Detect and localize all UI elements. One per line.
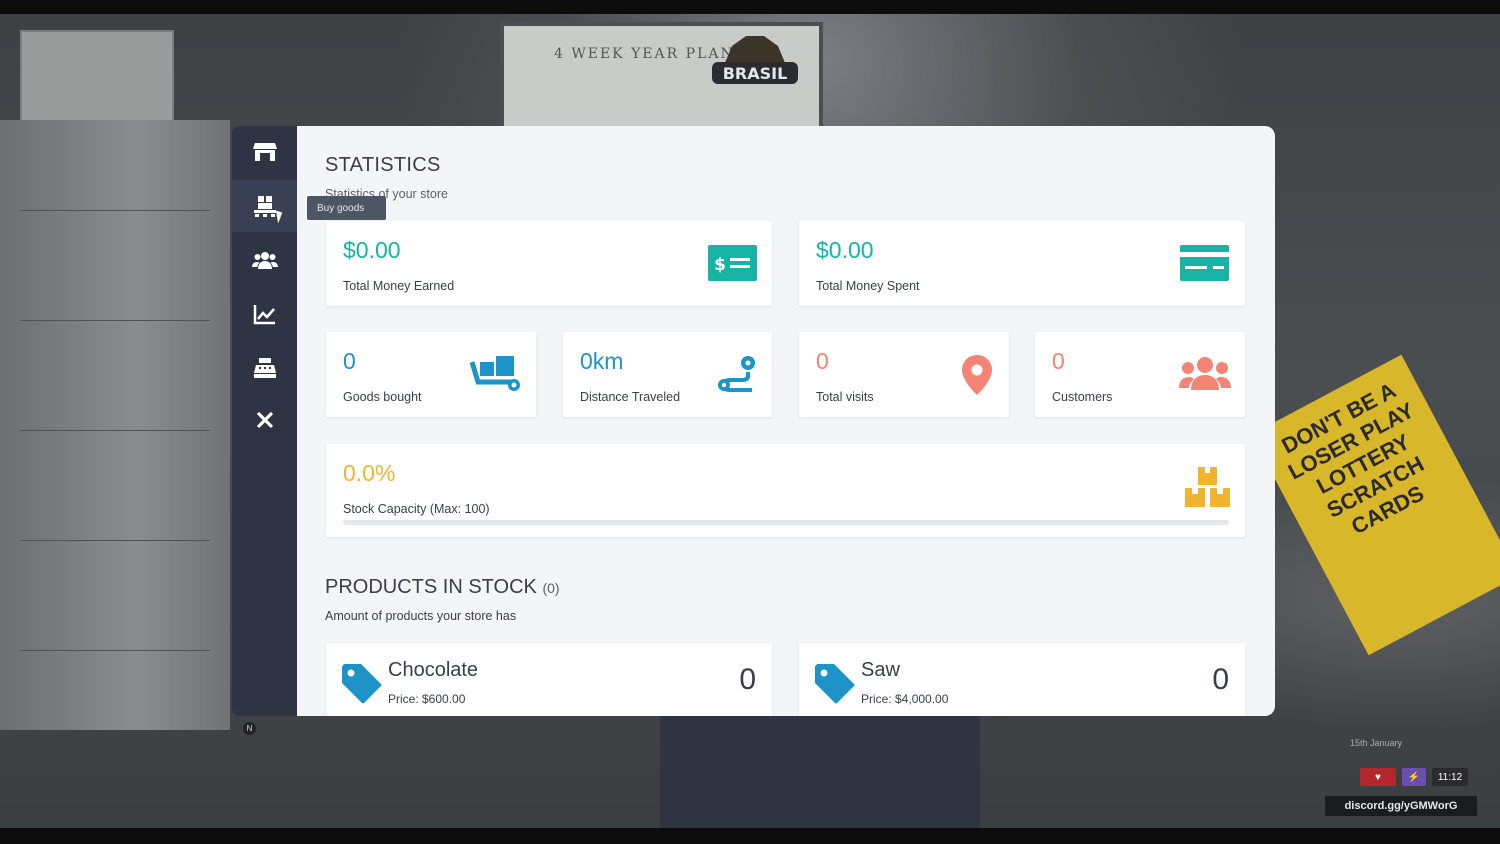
letterbox-bottom — [0, 828, 1500, 844]
dolly-icon — [470, 356, 520, 391]
close-icon — [256, 412, 273, 428]
lightning-icon: ⚡ — [1402, 768, 1426, 786]
money-bill-icon: $ — [708, 245, 757, 281]
compass-indicator: N — [243, 722, 256, 735]
brasil-logo-text: BRASIL — [723, 64, 788, 83]
products-title: PRODUCTS IN STOCK (0) — [325, 576, 560, 599]
goods-bought-card: 0 Goods bought — [326, 332, 536, 417]
sidebar-item-cash-register[interactable] — [232, 342, 297, 394]
product-price: Price: $600.00 — [388, 692, 466, 706]
letterbox-top — [0, 0, 1500, 14]
sidebar-item-buy-goods[interactable] — [232, 180, 297, 232]
hud-time: 11:12 — [1432, 768, 1468, 786]
stock-capacity-card: 0.0% Stock Capacity (Max: 100) — [326, 444, 1245, 537]
page-title: STATISTICS — [325, 154, 441, 176]
money-earned-value: $0.00 — [343, 237, 401, 263]
sidebar-item-close[interactable] — [232, 394, 297, 446]
tag-icon — [342, 664, 382, 704]
board-text: 4 WEEK YEAR PLAN — [554, 46, 735, 62]
money-earned-card: $0.00 Total Money Earned $ — [326, 221, 772, 306]
visits-card: 0 Total visits — [799, 332, 1009, 417]
customers-card: 0 Customers — [1035, 332, 1245, 417]
svg-text:$: $ — [714, 255, 726, 275]
store-icon — [252, 143, 277, 161]
boxes-icon — [1185, 467, 1230, 507]
hud-date: 15th January — [1350, 738, 1403, 748]
users-icon — [1179, 357, 1231, 390]
product-name: Chocolate — [388, 659, 479, 681]
customers-value: 0 — [1052, 348, 1065, 374]
money-spent-label: Total Money Spent — [816, 279, 920, 293]
money-spent-value: $0.00 — [816, 237, 874, 263]
floor-mat — [660, 716, 980, 828]
sidebar — [232, 126, 297, 716]
tooltip-buy-goods: Buy goods — [307, 196, 386, 220]
map-marker-icon — [962, 355, 992, 395]
goods-bought-value: 0 — [343, 348, 356, 374]
filing-cabinet — [0, 120, 230, 730]
money-spent-card: $0.00 Total Money Spent — [799, 221, 1245, 306]
hud-discord-link: discord.gg/yGMWorG — [1325, 796, 1477, 816]
product-name: Saw — [861, 659, 900, 681]
brasil-logo: BRASIL — [712, 36, 798, 84]
product-quantity: 0 — [1212, 663, 1229, 696]
statistics-panel: STATISTICS Statistics of your store $0.0… — [297, 126, 1275, 716]
users-icon — [251, 252, 278, 269]
goods-bought-label: Goods bought — [343, 390, 422, 404]
products-subtitle: Amount of products your store has — [325, 609, 517, 623]
product-card-chocolate[interactable]: Chocolate Price: $600.00 0 — [326, 643, 772, 716]
products-count: (0) — [542, 580, 560, 596]
heart-icon: ♥ — [1360, 768, 1396, 786]
sidebar-item-employees[interactable] — [232, 234, 297, 286]
customers-label: Customers — [1052, 390, 1113, 404]
tag-icon — [815, 664, 855, 704]
visits-value: 0 — [816, 348, 829, 374]
distance-value: 0km — [580, 348, 624, 374]
sidebar-item-store[interactable] — [232, 126, 297, 178]
hud-status: ♥ ⚡ 11:12 — [1360, 768, 1468, 786]
distance-card: 0km Distance Traveled — [563, 332, 772, 417]
stock-progress-bar — [343, 520, 1229, 525]
sidebar-item-statistics[interactable] — [232, 288, 297, 340]
distance-label: Distance Traveled — [580, 390, 681, 404]
visits-label: Total visits — [816, 390, 874, 404]
money-earned-label: Total Money Earned — [343, 279, 455, 293]
cash-register-icon — [253, 358, 276, 378]
air-conditioner — [20, 30, 174, 134]
stock-capacity-label: Stock Capacity (Max: 100) — [343, 502, 490, 516]
credit-card-icon — [1180, 245, 1229, 281]
product-card-saw[interactable]: Saw Price: $4,000.00 0 — [799, 643, 1245, 716]
product-price: Price: $4,000.00 — [861, 692, 949, 706]
chart-line-icon — [253, 305, 275, 325]
lottery-sign: DON'T BE A LOSER PLAY LOTTERY SCRATCH CA… — [1251, 354, 1500, 656]
route-icon — [718, 356, 755, 392]
pallet-icon — [253, 196, 276, 217]
lottery-sign-text: DON'T BE A LOSER PLAY LOTTERY SCRATCH CA… — [1277, 377, 1428, 540]
products-title-text: PRODUCTS IN STOCK — [325, 576, 537, 598]
stock-capacity-value: 0.0% — [343, 460, 396, 486]
product-quantity: 0 — [739, 663, 756, 696]
